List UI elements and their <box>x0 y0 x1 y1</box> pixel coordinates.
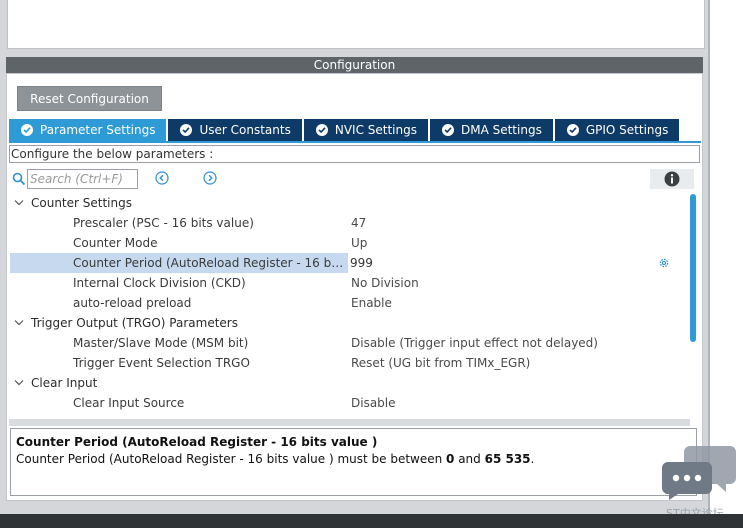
parameter-tree: Counter Settings Prescaler (PSC - 16 bit… <box>10 193 690 419</box>
param-value[interactable]: Up <box>351 233 367 253</box>
info-button[interactable] <box>650 169 694 189</box>
check-circle-icon <box>441 124 454 136</box>
search-icon <box>12 172 26 186</box>
param-counter-period[interactable]: Counter Period (AutoReload Register - 16… <box>10 253 690 273</box>
tab-nvic-settings[interactable]: NVIC Settings <box>303 119 428 141</box>
param-prescaler[interactable]: Prescaler (PSC - 16 bits value) 47 <box>10 213 690 233</box>
help-text-prefix: Counter Period (AutoReload Register - 16… <box>16 452 447 466</box>
check-circle-icon <box>315 124 328 136</box>
chevron-down-icon[interactable] <box>14 319 24 327</box>
group-label: Counter Settings <box>31 196 132 210</box>
gear-icon[interactable] <box>658 257 670 269</box>
tab-label: DMA Settings <box>460 123 542 137</box>
tab-label: NVIC Settings <box>334 123 417 137</box>
param-clock-division[interactable]: Internal Clock Division (CKD) No Divisio… <box>10 273 690 293</box>
info-icon <box>664 171 680 187</box>
param-label: Internal Clock Division (CKD) <box>73 276 246 290</box>
param-label: Prescaler (PSC - 16 bits value) <box>73 216 254 230</box>
param-label: auto-reload preload <box>73 296 192 310</box>
parameter-help-panel: Counter Period (AutoReload Register - 16… <box>10 428 697 496</box>
param-value[interactable]: Reset (UG bit from TIMx_EGR) <box>351 353 530 373</box>
chevron-down-icon[interactable] <box>14 379 24 387</box>
tab-parameter-settings[interactable]: Parameter Settings <box>9 119 167 141</box>
group-counter-settings[interactable]: Counter Settings <box>10 193 690 213</box>
param-label: Counter Mode <box>73 236 158 250</box>
search-input[interactable] <box>27 169 138 189</box>
param-counter-mode[interactable]: Counter Mode Up <box>10 233 690 253</box>
param-value[interactable]: 47 <box>351 213 366 233</box>
tab-label: Parameter Settings <box>40 123 156 137</box>
configuration-title: Configuration <box>6 57 703 73</box>
help-text: Counter Period (AutoReload Register - 16… <box>16 451 691 468</box>
tab-label: GPIO Settings <box>585 123 669 137</box>
group-trigger-output[interactable]: Trigger Output (TRGO) Parameters <box>10 313 690 333</box>
chevron-down-icon[interactable] <box>14 199 24 207</box>
tab-underline <box>9 141 701 143</box>
param-value[interactable]: No Division <box>351 273 419 293</box>
bottom-status-bar <box>0 514 743 528</box>
param-auto-reload-preload[interactable]: auto-reload preload Enable <box>10 293 690 313</box>
param-trigger-event[interactable]: Trigger Event Selection TRGO Reset (UG b… <box>10 353 690 373</box>
check-circle-icon <box>566 124 579 136</box>
horizontal-scrollbar[interactable] <box>9 419 690 426</box>
settings-tabs: Parameter Settings User Constants NVIC S… <box>9 119 681 141</box>
chevron-right-circle-icon[interactable] <box>203 171 217 185</box>
parameters-description: Configure the below parameters : <box>9 145 700 163</box>
reset-configuration-button[interactable]: Reset Configuration <box>17 86 162 111</box>
top-panel <box>7 0 705 49</box>
tab-gpio-settings[interactable]: GPIO Settings <box>554 119 680 141</box>
tab-dma-settings[interactable]: DMA Settings <box>429 119 553 141</box>
tab-label: User Constants <box>199 123 291 137</box>
param-value[interactable]: 999 <box>350 253 373 273</box>
param-value[interactable]: Disable (Trigger input effect not delaye… <box>351 333 598 353</box>
param-label: Master/Slave Mode (MSM bit) <box>73 336 249 350</box>
vertical-scrollbar[interactable] <box>690 194 696 342</box>
param-clear-input-source[interactable]: Clear Input Source Disable <box>10 393 690 413</box>
param-value[interactable]: Enable <box>351 293 392 313</box>
param-label: Counter Period (AutoReload Register - 16… <box>73 256 346 270</box>
group-label: Trigger Output (TRGO) Parameters <box>31 316 238 330</box>
help-title: Counter Period (AutoReload Register - 16… <box>16 435 378 449</box>
chat-bubbles-icon[interactable] <box>662 444 736 500</box>
check-circle-icon <box>21 124 33 136</box>
chevron-left-circle-icon[interactable] <box>155 171 169 185</box>
param-label: Trigger Event Selection TRGO <box>73 356 250 370</box>
help-suffix: . <box>530 452 535 466</box>
group-clear-input[interactable]: Clear Input <box>10 373 690 393</box>
param-label: Clear Input Source <box>73 396 185 410</box>
param-master-slave-mode[interactable]: Master/Slave Mode (MSM bit) Disable (Tri… <box>10 333 690 353</box>
param-value[interactable]: Disable <box>351 393 396 413</box>
help-and-word: and <box>454 452 485 466</box>
check-circle-icon <box>180 124 193 136</box>
right-panel-strip <box>708 0 743 514</box>
help-max-value: 65 535 <box>484 452 531 466</box>
group-label: Clear Input <box>31 376 98 390</box>
tab-user-constants[interactable]: User Constants <box>168 119 302 141</box>
